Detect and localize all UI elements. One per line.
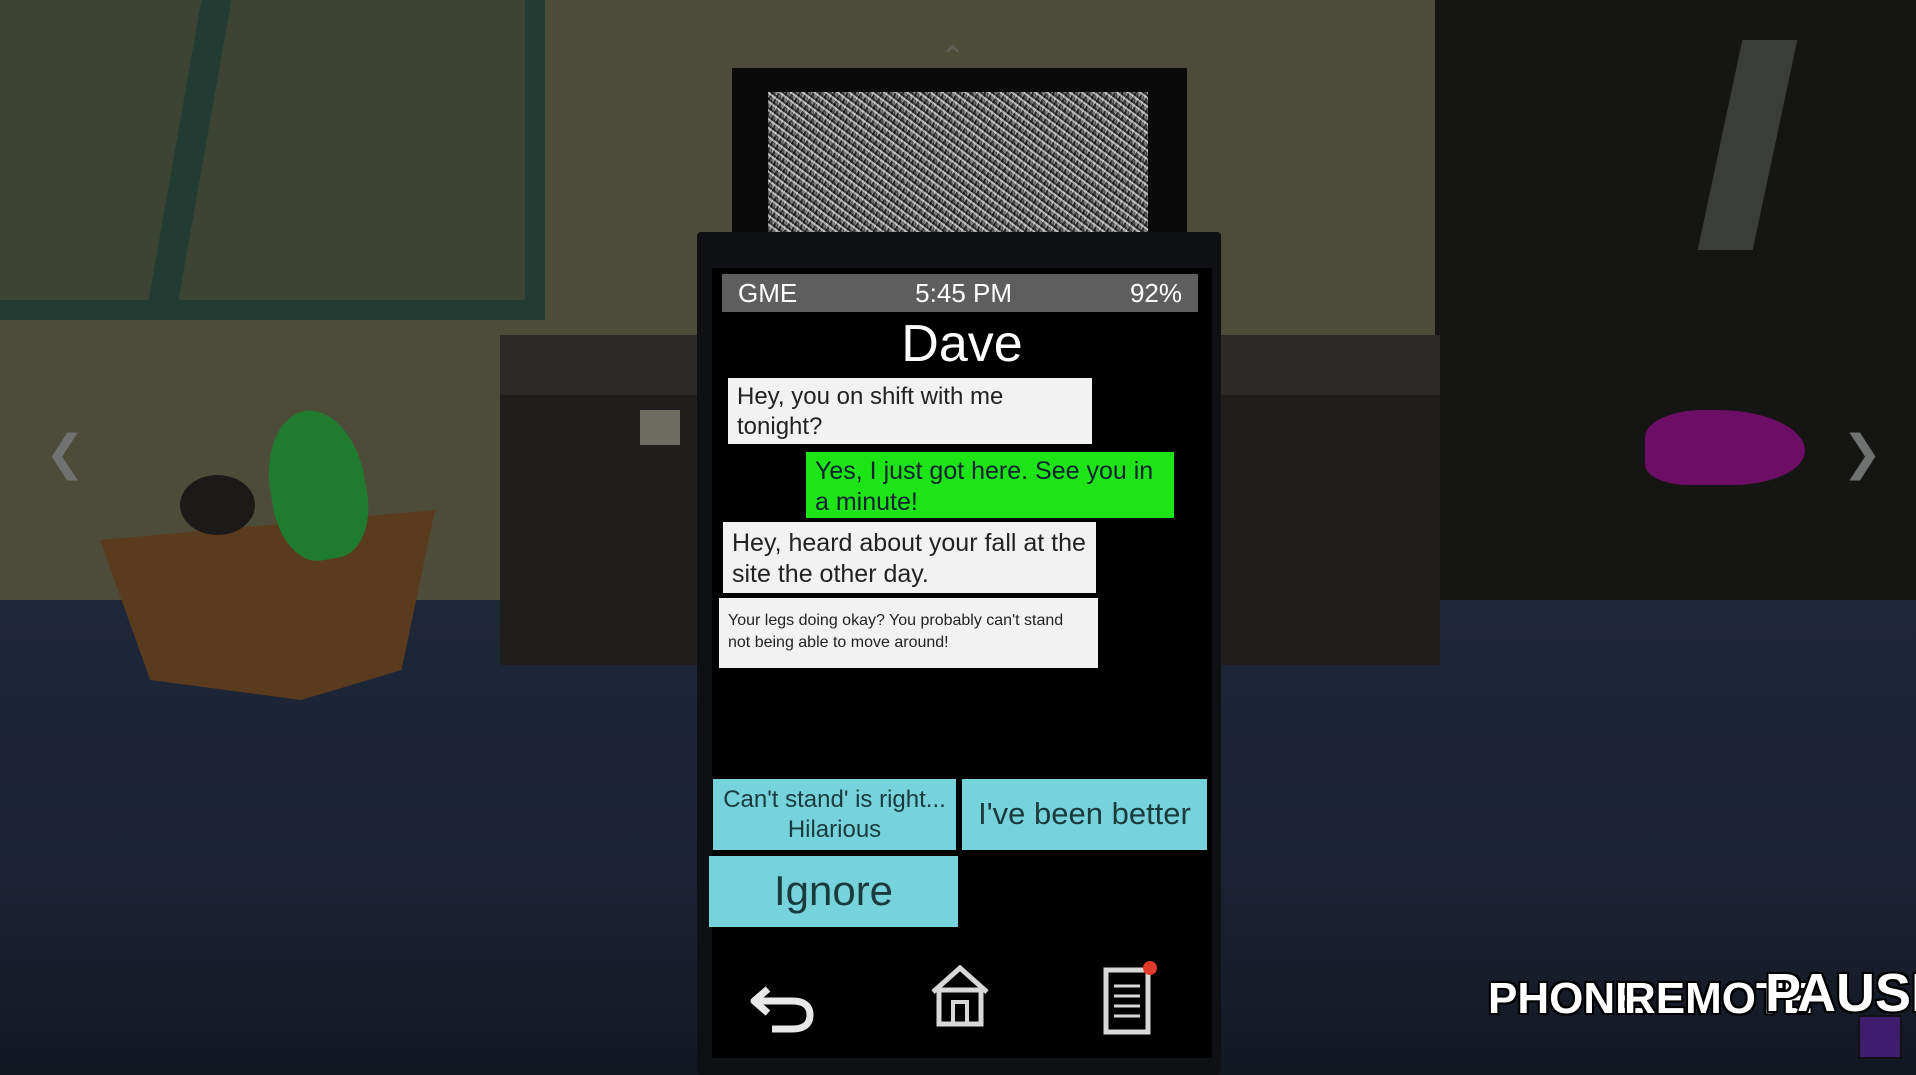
dark-vegetable xyxy=(180,475,255,535)
clock-label: 5:45 PM xyxy=(915,277,1012,308)
notification-dot-icon xyxy=(1143,961,1157,975)
tv-static-screen xyxy=(768,92,1148,234)
message-received: Hey, you on shift with me tonight? xyxy=(728,378,1092,444)
streamer-avatar-icon xyxy=(1858,1015,1902,1059)
hud-phone-button[interactable]: PHONE xyxy=(1488,974,1644,1024)
contact-name: Dave xyxy=(901,315,1023,373)
message-received: Hey, heard about your fall at the site t… xyxy=(723,522,1096,593)
chevron-left-icon[interactable]: ❮ xyxy=(45,425,85,481)
notes-icon[interactable] xyxy=(1100,960,1160,1038)
chevron-right-icon[interactable]: ❯ xyxy=(1842,425,1882,481)
doorway xyxy=(1435,0,1916,690)
battery-label: 92% xyxy=(1129,277,1182,308)
chevron-up-icon[interactable]: ⌃ xyxy=(940,40,965,75)
message-sent: Yes, I just got here. See you in a minut… xyxy=(806,452,1174,518)
window xyxy=(0,0,545,320)
message-received: Your legs doing okay? You probably can't… xyxy=(719,598,1098,668)
reply-button-ignore[interactable]: Ignore xyxy=(709,856,958,927)
reply-button-hilarious[interactable]: Can't stand' is right... Hilarious xyxy=(713,779,956,850)
home-icon[interactable] xyxy=(925,960,995,1030)
tv-stand-gap xyxy=(640,410,680,445)
carrier-label: GME xyxy=(738,277,798,308)
phone-status-bar: GME 5:45 PM 92% xyxy=(722,274,1198,312)
reply-button-been-better[interactable]: I've been better xyxy=(962,779,1207,850)
back-icon[interactable] xyxy=(748,975,818,1035)
